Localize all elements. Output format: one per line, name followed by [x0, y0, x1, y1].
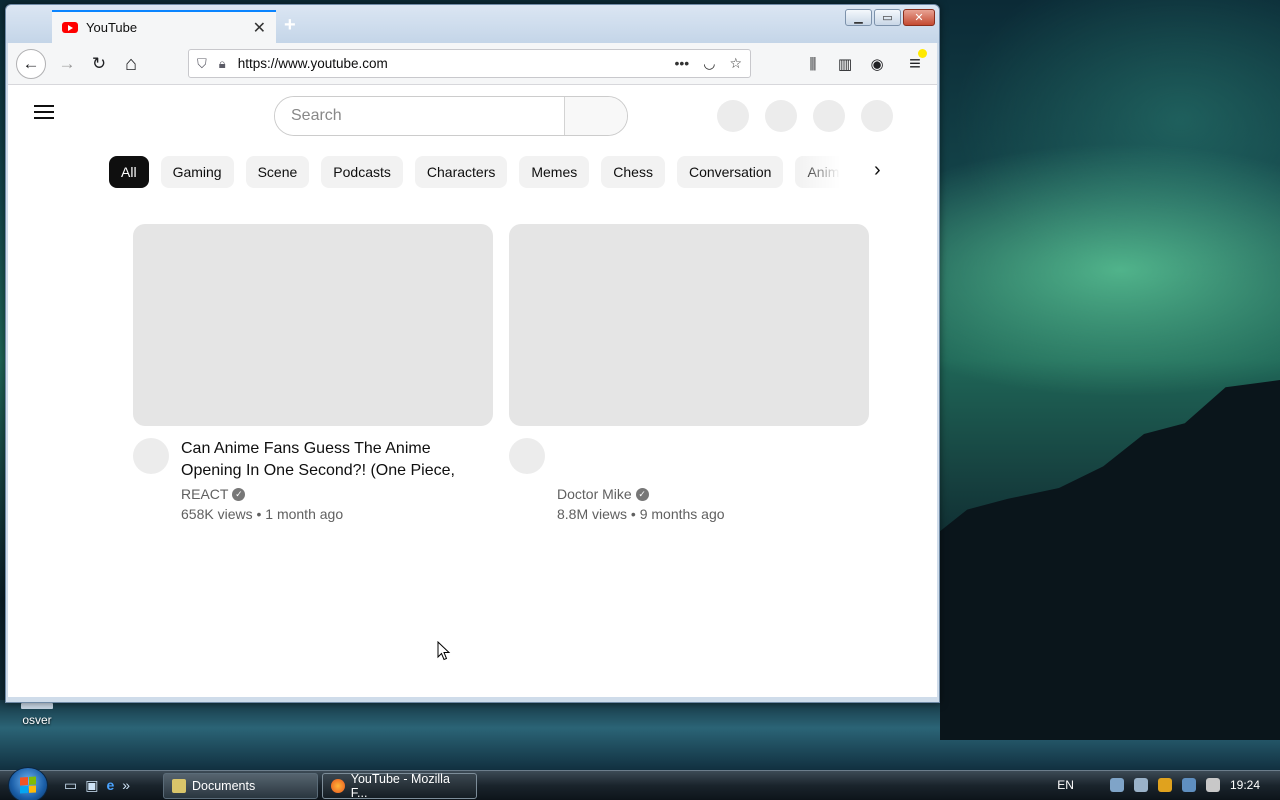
switch-windows-icon[interactable]: ▣ — [85, 777, 98, 794]
chip-next-arrow-icon[interactable]: › — [874, 159, 881, 182]
window-controls: ▁ ▭ ✕ — [845, 9, 935, 26]
guide-menu-icon[interactable] — [34, 105, 54, 119]
video-stats: 8.8M views • 9 months ago — [557, 506, 725, 522]
video-title[interactable]: Can Anime Fans Guess The Anime Opening I… — [181, 438, 493, 482]
forward-button[interactable]: → — [52, 49, 82, 79]
youtube-favicon-icon — [62, 22, 78, 33]
chip-chess[interactable]: Chess — [601, 156, 665, 188]
shield-tray-icon[interactable] — [1157, 778, 1172, 792]
network-tray-icon[interactable] — [1109, 778, 1124, 792]
header-actions — [717, 100, 893, 132]
taskbar-button-firefox[interactable]: YouTube - Mozilla F... — [322, 772, 477, 800]
chip-all[interactable]: All — [109, 156, 149, 188]
language-indicator[interactable]: EN — [1057, 778, 1074, 792]
maximize-button[interactable]: ▭ — [874, 9, 901, 26]
verified-badge-icon: ✓ — [232, 487, 246, 501]
close-window-button[interactable]: ✕ — [903, 9, 935, 26]
channel-name-row: Doctor Mike ✓ — [557, 484, 869, 504]
video-card[interactable]: Doctor Mike ✓ 8.8M views • 9 months ago — [509, 224, 869, 524]
system-tray: EN 19:24 — [1057, 778, 1260, 792]
internet-explorer-icon[interactable]: e — [106, 777, 114, 794]
channel-avatar[interactable] — [133, 438, 169, 474]
video-meta: Doctor Mike ✓ 8.8M views • 9 months ago — [509, 438, 869, 524]
folder-icon — [21, 703, 53, 709]
taskbar-button-documents[interactable]: Documents — [163, 773, 318, 799]
avatar[interactable] — [861, 100, 893, 132]
mic-icon[interactable] — [717, 100, 749, 132]
chip-fade — [798, 152, 868, 192]
chip-memes[interactable]: Memes — [519, 156, 590, 188]
channel-avatar[interactable] — [509, 438, 545, 474]
back-button[interactable]: ← — [16, 49, 46, 79]
account-icon[interactable]: ◉ — [862, 49, 892, 79]
page-actions-icon[interactable]: ••• — [675, 55, 690, 72]
youtube-page: All Gaming Scene Podcasts Characters Memes Che… — [8, 85, 937, 697]
show-desktop-icon[interactable]: ▭ — [64, 777, 77, 794]
video-thumbnail[interactable] — [133, 224, 493, 426]
taskbar-button-label: YouTube - Mozilla F... — [350, 772, 450, 800]
library-icon[interactable]: ⫼ — [798, 49, 828, 79]
tab-youtube[interactable]: YouTube ✕ — [52, 10, 276, 43]
sidebar-icon[interactable]: ▥ — [830, 49, 860, 79]
quick-launch-more-icon[interactable]: » — [122, 777, 130, 794]
windows-logo-icon — [20, 776, 36, 794]
video-meta: Can Anime Fans Guess The Anime Opening I… — [133, 438, 493, 524]
video-info: Can Anime Fans Guess The Anime Opening I… — [181, 438, 493, 524]
search-button[interactable] — [564, 97, 627, 135]
update-badge — [918, 49, 927, 58]
channel-name[interactable]: REACT — [181, 484, 228, 504]
video-info: Doctor Mike ✓ 8.8M views • 9 months ago — [557, 438, 869, 524]
title-bar[interactable]: YouTube ✕ + ▁ ▭ ✕ — [6, 5, 939, 43]
new-tab-button[interactable]: + — [284, 14, 296, 37]
folder-icon — [172, 779, 186, 793]
display-tray-icon[interactable] — [1181, 778, 1196, 792]
url-actions: ••• ◡ ☆ — [675, 55, 743, 72]
notifications-icon[interactable] — [813, 100, 845, 132]
channel-name[interactable]: Doctor Mike — [557, 484, 632, 504]
channel-name-row: REACT ✓ — [181, 484, 493, 504]
desktop-mountains — [940, 380, 1280, 740]
chip-podcasts[interactable]: Podcasts — [321, 156, 403, 188]
search-input[interactable] — [275, 97, 564, 135]
shield-icon[interactable]: ⛉ — [197, 56, 207, 72]
video-title[interactable] — [557, 438, 869, 482]
clock[interactable]: 19:24 — [1230, 778, 1260, 792]
desktop-icon-label: osver — [22, 713, 52, 727]
volume-muted-icon[interactable] — [1205, 778, 1220, 792]
video-card[interactable]: Can Anime Fans Guess The Anime Opening I… — [133, 224, 493, 524]
bookmark-star-icon[interactable]: ☆ — [729, 55, 742, 72]
video-thumbnail[interactable] — [509, 224, 869, 426]
start-button[interactable] — [8, 767, 48, 800]
lock-icon[interactable]: 🔒︎ — [219, 56, 226, 72]
search-box — [274, 96, 628, 136]
chip-scene[interactable]: Scene — [245, 156, 310, 188]
url-text[interactable]: https://www.youtube.com — [238, 56, 675, 71]
taskbar: ▭ ▣ e » Documents YouTube - Mozilla F...… — [0, 767, 1280, 800]
chip-bar: All Gaming Scene Podcasts Characters Memes Che… — [109, 156, 859, 188]
pocket-icon[interactable]: ◡ — [703, 55, 715, 72]
navigation-toolbar: ← → ↻ ⌂ ⛉ 🔒︎ https://www.youtube.com •••… — [8, 43, 937, 85]
reload-button[interactable]: ↻ — [84, 49, 114, 79]
steam-tray-icon[interactable] — [1133, 778, 1148, 792]
home-button[interactable]: ⌂ — [116, 49, 146, 79]
quick-launch: ▭ ▣ e » — [64, 777, 130, 794]
mouse-cursor-icon — [437, 641, 451, 661]
video-stats: 658K views • 1 month ago — [181, 506, 344, 522]
tab-close-button[interactable]: ✕ — [253, 18, 266, 38]
tab-title: YouTube — [86, 20, 138, 35]
create-icon[interactable] — [765, 100, 797, 132]
verified-badge-icon: ✓ — [635, 487, 649, 501]
desktop-icon-osver[interactable]: osver — [14, 703, 60, 727]
chip-characters[interactable]: Characters — [414, 156, 508, 188]
firefox-icon — [331, 779, 345, 793]
chip-conversation[interactable]: Conversation — [676, 156, 784, 188]
chip-gaming[interactable]: Gaming — [160, 156, 234, 188]
url-bar[interactable]: ⛉ 🔒︎ https://www.youtube.com ••• ◡ ☆ — [188, 49, 751, 78]
taskbar-button-label: Documents — [192, 779, 256, 793]
browser-window: YouTube ✕ + ▁ ▭ ✕ ← → ↻ ⌂ ⛉ 🔒︎ https://w… — [5, 4, 940, 703]
minimize-button[interactable]: ▁ — [845, 9, 872, 26]
